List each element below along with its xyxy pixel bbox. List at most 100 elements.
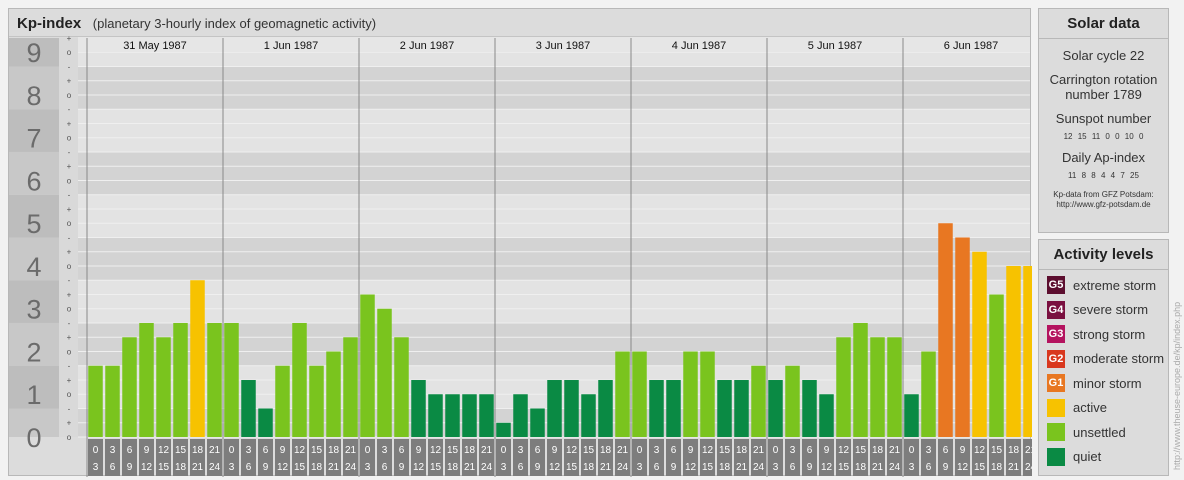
kp-bar <box>564 380 579 437</box>
subtick-label: o <box>67 390 72 399</box>
legend-swatch: G4 <box>1047 300 1065 319</box>
interval-start-label: 18 <box>600 445 612 456</box>
sunspot-value: 11 <box>1091 132 1101 141</box>
legend-label: unsettled <box>1073 424 1126 440</box>
interval-start-label: 21 <box>1025 445 1032 456</box>
day-label: 31 May 1987 <box>123 40 187 52</box>
kp-bar <box>887 337 902 437</box>
interval-end-label: 18 <box>311 462 323 473</box>
interval-start-label: 0 <box>501 445 507 456</box>
kp-bar <box>649 380 664 437</box>
ap-value: 8 <box>1091 171 1096 180</box>
ap-value: 4 <box>1100 171 1106 180</box>
kp-bar <box>275 365 290 437</box>
subtick-label: o <box>67 134 72 143</box>
interval-end-label: 21 <box>1008 462 1020 473</box>
kp-bar <box>1023 265 1032 437</box>
kp-bar <box>904 394 919 437</box>
ap-value: 4 <box>1110 171 1116 180</box>
subtick-label: - <box>68 362 71 371</box>
interval-end-label: 6 <box>790 462 796 473</box>
kp-bar <box>207 322 222 437</box>
legend-item: G2 moderate storm <box>1039 347 1168 372</box>
interval-start-label: 3 <box>654 445 660 456</box>
kp-bar <box>530 408 545 437</box>
legend-swatch <box>1047 398 1065 417</box>
kp-bar <box>190 280 205 437</box>
legend-swatch: G5 <box>1047 276 1065 295</box>
kp-bar <box>955 237 970 437</box>
interval-end-label: 18 <box>447 462 459 473</box>
interval-end-label: 3 <box>501 462 507 473</box>
y-tick-label: 5 <box>26 209 41 239</box>
subtick-label: - <box>68 233 71 242</box>
legend-item: unsettled <box>1039 420 1168 445</box>
subtick-label: + <box>67 162 72 171</box>
interval-start-label: 21 <box>617 445 629 456</box>
kp-bar <box>377 308 392 437</box>
legend-item: G5 extreme storm <box>1039 273 1168 298</box>
kp-bar <box>768 380 783 437</box>
kp-bar <box>581 394 596 437</box>
interval-end-label: 6 <box>110 462 116 473</box>
interval-end-label: 3 <box>229 462 235 473</box>
interval-end-label: 6 <box>654 462 660 473</box>
interval-end-label: 9 <box>127 462 133 473</box>
interval-start-label: 3 <box>246 445 252 456</box>
legend-label: quiet <box>1073 449 1102 465</box>
interval-end-label: 24 <box>209 462 221 473</box>
kp-bar <box>326 351 341 437</box>
subtick-label: + <box>67 248 72 257</box>
kp-bar <box>156 337 171 437</box>
interval-start-label: 12 <box>294 445 306 456</box>
interval-end-label: 15 <box>838 462 850 473</box>
ap-value: 11 <box>1068 171 1077 180</box>
interval-end-label: 18 <box>583 462 595 473</box>
kp-bar <box>360 294 375 437</box>
legend-item: G1 minor storm <box>1039 371 1168 396</box>
kp-bar <box>717 380 732 437</box>
kp-bar <box>836 337 851 437</box>
subtick-label: o <box>67 219 72 228</box>
kp-bar <box>615 351 630 437</box>
kp-bar <box>700 351 715 437</box>
interval-start-label: 9 <box>824 445 830 456</box>
y-tick-label: 9 <box>26 38 41 68</box>
sunspot-label: Sunspot number <box>1055 111 1152 126</box>
subtick-label: - <box>68 404 71 413</box>
kp-bar <box>173 322 188 437</box>
day-label: 5 Jun 1987 <box>808 40 862 52</box>
activity-levels-heading: Activity levels <box>1039 240 1168 270</box>
data-source-link[interactable]: http://www.gfz-potsdam.de <box>1039 200 1168 210</box>
kp-bar <box>428 394 443 437</box>
plot-band <box>78 280 1030 323</box>
y-tick-label: 3 <box>26 295 41 325</box>
interval-end-label: 6 <box>246 462 252 473</box>
kp-bar <box>870 337 885 437</box>
legend-label: strong storm <box>1073 326 1146 342</box>
sunspot-value: 0 <box>1105 132 1110 141</box>
interval-end-label: 21 <box>600 462 612 473</box>
plot-band <box>78 66 1030 110</box>
interval-end-label: 12 <box>141 462 153 473</box>
interval-end-label: 18 <box>991 462 1003 473</box>
kp-bar <box>88 365 103 437</box>
interval-end-label: 6 <box>926 462 932 473</box>
legend-swatch <box>1047 447 1065 466</box>
legend-label: minor storm <box>1073 375 1142 391</box>
interval-start-label: 6 <box>535 445 541 456</box>
interval-end-label: 15 <box>294 462 306 473</box>
interval-end-label: 12 <box>821 462 833 473</box>
interval-end-label: 9 <box>943 462 949 473</box>
kp-bar <box>411 380 426 437</box>
interval-end-label: 24 <box>889 462 901 473</box>
sunspot-value: 0 <box>1138 132 1144 141</box>
subtick-label: - <box>68 276 71 285</box>
interval-start-label: 12 <box>158 445 170 456</box>
interval-start-label: 21 <box>889 445 901 456</box>
kp-bar <box>224 322 239 437</box>
interval-start-label: 9 <box>144 445 150 456</box>
interval-start-label: 0 <box>93 445 99 456</box>
kp-bar <box>632 351 647 437</box>
kp-bar <box>241 380 256 437</box>
